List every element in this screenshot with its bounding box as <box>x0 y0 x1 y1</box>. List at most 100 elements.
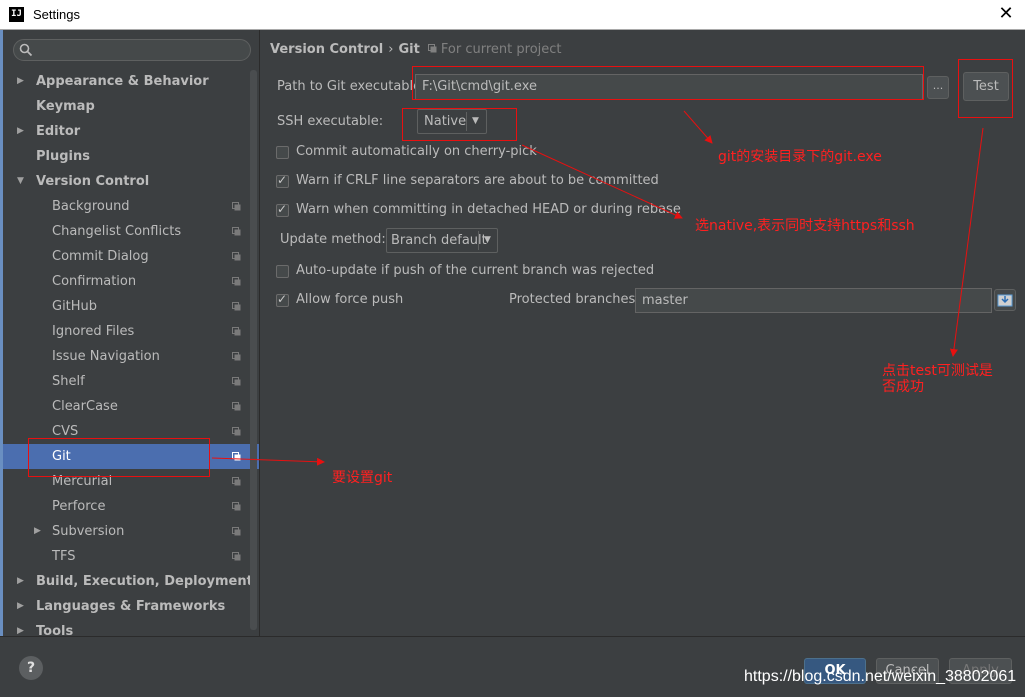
project-scope-icon <box>232 402 241 411</box>
auto-update-label: Auto-update if push of the current branc… <box>296 263 655 278</box>
sidebar-item-git[interactable]: Git <box>3 444 259 469</box>
breadcrumb: Version Control › Git For current project <box>270 42 562 57</box>
commit-cherry-label: Commit automatically on cherry-pick <box>296 144 537 159</box>
dialog-footer: ? OK Cancel Apply <box>0 636 1025 697</box>
protected-branches-field[interactable]: master <box>635 288 992 313</box>
settings-sidebar: ▶ Appearance & Behavior Keymap ▶ Editor Plugi… <box>3 30 259 639</box>
project-scope-icon <box>232 377 241 386</box>
sidebar-item-issue-navigation[interactable]: Issue Navigation <box>3 344 259 369</box>
chevron-down-icon: ▼ <box>472 116 479 126</box>
sidebar-item-github[interactable]: GitHub <box>3 294 259 319</box>
close-icon[interactable]: ✕ <box>995 3 1017 25</box>
crlf-checkbox[interactable] <box>276 173 289 188</box>
collapsed-arrow-icon[interactable]: ▶ <box>17 569 24 594</box>
annotation-set-git: 要设置git <box>332 470 393 486</box>
sidebar-item-subversion[interactable]: ▶ Subversion <box>3 519 259 544</box>
help-button[interactable]: ? <box>19 656 43 680</box>
breadcrumb-parent[interactable]: Version Control <box>270 42 383 57</box>
search-icon <box>19 43 33 57</box>
sidebar-item-clearcase[interactable]: ClearCase <box>3 394 259 419</box>
sidebar-item-languages-frameworks[interactable]: ▶ Languages & Frameworks <box>3 594 259 619</box>
sidebar-item-label: Changelist Conflicts <box>52 224 182 239</box>
sidebar-item-label: Background <box>52 199 130 214</box>
sidebar-item-label: ClearCase <box>52 399 118 414</box>
search-input[interactable] <box>13 39 251 61</box>
sidebar-item-label: GitHub <box>52 299 98 314</box>
annotation-test-line2: 否成功 <box>882 379 924 395</box>
sidebar-item-version-control[interactable]: ▼ Version Control <box>3 169 259 194</box>
annotation-test-line1: 点击test可测试是 <box>882 363 993 379</box>
sidebar-item-build-execution-deployment[interactable]: ▶ Build, Execution, Deployment <box>3 569 259 594</box>
sidebar-item-label: Subversion <box>52 524 125 539</box>
sidebar-item-plugins[interactable]: Plugins <box>3 144 259 169</box>
sidebar-item-background[interactable]: Background <box>3 194 259 219</box>
sidebar-item-label: Appearance & Behavior <box>36 74 209 89</box>
sidebar-item-commit-dialog[interactable]: Commit Dialog <box>3 244 259 269</box>
detached-head-checkbox[interactable] <box>276 202 289 217</box>
sidebar-item-editor[interactable]: ▶ Editor <box>3 119 259 144</box>
ssh-dropdown-value: Native <box>424 114 467 129</box>
detached-head-label: Warn when committing in detached HEAD or… <box>296 202 681 217</box>
dropdown-separator <box>478 231 479 250</box>
annotation-git-exe: git的安装目录下的git.exe <box>718 149 882 165</box>
sidebar-item-label: Build, Execution, Deployment <box>36 574 253 589</box>
ssh-dropdown[interactable]: Native ▼ <box>417 109 487 134</box>
annotation-native: 选native,表示同时支持https和ssh <box>695 218 915 234</box>
sidebar-item-ignored-files[interactable]: Ignored Files <box>3 319 259 344</box>
sidebar-scrollbar[interactable] <box>250 70 257 630</box>
update-method-dropdown[interactable]: Branch default ▼ <box>386 228 498 253</box>
sidebar-item-label: Git <box>52 449 71 464</box>
sidebar-item-label: Keymap <box>36 99 95 114</box>
sidebar-item-label: Confirmation <box>52 274 137 289</box>
sidebar-item-label: Version Control <box>36 174 150 189</box>
sidebar-item-shelf[interactable]: Shelf <box>3 369 259 394</box>
intellij-app-icon: IJ <box>9 7 24 22</box>
sidebar-item-keymap[interactable]: Keymap <box>3 94 259 119</box>
sidebar-item-mercurial[interactable]: Mercurial <box>3 469 259 494</box>
sidebar-item-label: CVS <box>52 424 79 439</box>
collapsed-arrow-icon[interactable]: ▶ <box>17 594 24 619</box>
expand-field-button[interactable] <box>994 289 1016 311</box>
title-bar: IJ Settings ✕ <box>0 0 1025 30</box>
browse-button[interactable]: ... <box>927 76 949 99</box>
crlf-label: Warn if CRLF line separators are about t… <box>296 173 659 188</box>
sidebar-item-changelist-conflicts[interactable]: Changelist Conflicts <box>3 219 259 244</box>
sidebar-item-label: Ignored Files <box>52 324 135 339</box>
project-scope-icon <box>232 552 241 561</box>
sidebar-item-label: Plugins <box>36 149 90 164</box>
sidebar-item-label: Editor <box>36 124 81 139</box>
project-scope-icon <box>232 227 241 236</box>
project-scope-icon <box>232 202 241 211</box>
project-scope-icon <box>232 352 241 361</box>
test-button[interactable]: Test <box>963 72 1009 101</box>
git-path-field[interactable]: F:\Git\cmd\git.exe <box>415 74 923 100</box>
collapsed-arrow-icon[interactable]: ▶ <box>17 69 24 94</box>
annotation-test: 点击test可测试是 否成功 <box>882 363 993 395</box>
sidebar-item-confirmation[interactable]: Confirmation <box>3 269 259 294</box>
sidebar-item-appearance-behavior[interactable]: ▶ Appearance & Behavior <box>3 69 259 94</box>
protected-branches-label: Protected branches: <box>509 292 640 307</box>
update-method-value: Branch default <box>391 233 487 248</box>
git-settings-panel: Version Control › Git For current project … <box>260 30 1025 636</box>
project-scope-icon <box>232 427 241 436</box>
commit-cherry-checkbox[interactable] <box>276 146 289 159</box>
sidebar-item-label: Perforce <box>52 499 106 514</box>
watermark: https://blog.csdn.net/weixin_38802061 <box>744 668 1017 685</box>
expanded-arrow-icon[interactable]: ▼ <box>17 169 24 194</box>
project-scope-icon <box>232 302 241 311</box>
breadcrumb-current: Git <box>398 42 420 57</box>
project-scope-icon <box>232 277 241 286</box>
sidebar-item-label: TFS <box>52 549 76 564</box>
git-path-label: Path to Git executable: <box>277 79 426 94</box>
dropdown-separator <box>466 112 467 131</box>
collapsed-arrow-icon[interactable]: ▶ <box>34 519 41 544</box>
sidebar-item-cvs[interactable]: CVS <box>3 419 259 444</box>
project-scope-icon <box>232 502 241 511</box>
sidebar-item-perforce[interactable]: Perforce <box>3 494 259 519</box>
ssh-label: SSH executable: <box>277 114 384 129</box>
collapsed-arrow-icon[interactable]: ▶ <box>17 119 24 144</box>
force-push-checkbox[interactable] <box>276 292 289 307</box>
auto-update-checkbox[interactable] <box>276 265 289 278</box>
sidebar-item-tfs[interactable]: TFS <box>3 544 259 569</box>
project-scope-icon <box>232 527 241 536</box>
